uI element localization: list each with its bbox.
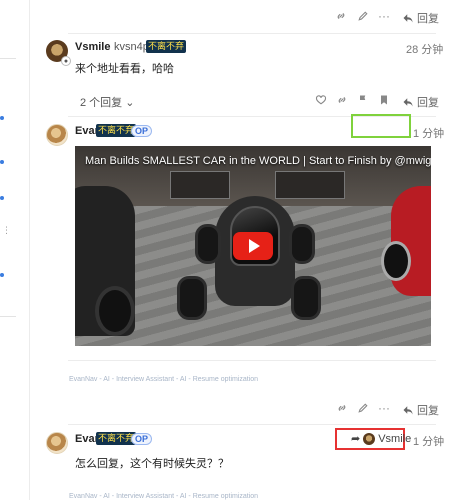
share-arrow-icon: ➦ (351, 433, 361, 445)
username[interactable]: Vsmile (75, 41, 110, 53)
heart-icon[interactable] (315, 92, 327, 108)
play-icon[interactable] (233, 232, 273, 260)
rail-unread-dot (0, 160, 4, 164)
video-scene-wheel (291, 276, 321, 320)
video-scene-window (275, 171, 345, 199)
video-scene-wheel (95, 286, 135, 336)
post-time[interactable]: 1 分钟 (413, 433, 444, 449)
rail-unread-dot (0, 116, 4, 120)
post-divider (68, 360, 436, 361)
post-text: 来个地址看看，哈哈 (75, 63, 174, 75)
reply-button[interactable]: 回复 (402, 402, 439, 418)
video-scene-window (170, 171, 230, 199)
user-flair: 不离不弃 (146, 40, 187, 53)
reply-label: 回复 (417, 97, 439, 109)
bookmark-icon[interactable] (378, 92, 390, 108)
left-rail: ⋮ (0, 0, 30, 500)
post-text: 怎么回复，这个有时候失灵？？ (75, 458, 229, 470)
rail-divider (0, 316, 16, 317)
edit-icon[interactable] (357, 8, 369, 24)
op-badge: OP (131, 433, 153, 445)
video-scene-wheel (177, 276, 207, 320)
video-embed[interactable]: Man Builds SMALLEST CAR in the WORLD | S… (75, 146, 431, 346)
more-icon[interactable]: ··· (378, 8, 390, 24)
avatar[interactable] (46, 432, 68, 454)
reply-label: 回复 (417, 405, 439, 417)
more-icon[interactable]: ··· (378, 400, 390, 416)
avatar[interactable] (46, 124, 68, 146)
post-time[interactable]: 28 分钟 (406, 41, 443, 57)
flag-icon[interactable] (357, 92, 369, 108)
reply-to-username: Vsmile (378, 432, 412, 445)
replies-toggle[interactable]: 2 个回复 ⌄ (80, 94, 134, 110)
signature-links[interactable]: EvanNav - AI - Interview Assistant - AI … (69, 376, 258, 383)
reply-button[interactable]: 回复 (402, 10, 439, 26)
op-badge: OP (131, 125, 153, 137)
post-time[interactable]: 1 分钟 (413, 125, 444, 141)
replies-label: 2 个回复 (80, 97, 123, 109)
link-icon[interactable] (335, 8, 347, 24)
signature-links[interactable]: EvanNav - AI - Interview Assistant - AI … (69, 493, 258, 500)
user-icon: ● (61, 56, 71, 66)
video-title[interactable]: Man Builds SMALLEST CAR in the WORLD | S… (85, 155, 431, 167)
post-divider (68, 424, 436, 425)
reply-button[interactable]: 回复 (402, 94, 439, 110)
user-flair: 不离不弃 (96, 124, 137, 137)
rail-more-icon[interactable]: ⋮ (2, 226, 11, 235)
video-scene-wheel (195, 224, 221, 264)
reply-icon (403, 98, 413, 107)
avatar (363, 432, 376, 445)
reply-label: 回复 (417, 13, 439, 25)
reply-icon (403, 14, 413, 23)
highlight-box (351, 114, 411, 138)
reply-icon (403, 406, 413, 415)
video-scene-wheel (289, 224, 315, 264)
post-divider (68, 33, 436, 34)
link-icon[interactable] (336, 400, 348, 416)
rail-unread-dot (0, 196, 4, 200)
chevron-down-icon: ⌄ (125, 96, 135, 109)
user-flair: 不离不弃 (96, 432, 137, 445)
reply-to-indicator[interactable]: ➦ Vsmile (351, 432, 411, 445)
rail-unread-dot (0, 273, 4, 277)
edit-icon[interactable] (357, 400, 369, 416)
video-scene-wheel (381, 241, 411, 281)
link-icon[interactable] (336, 92, 348, 108)
rail-divider (0, 58, 16, 59)
